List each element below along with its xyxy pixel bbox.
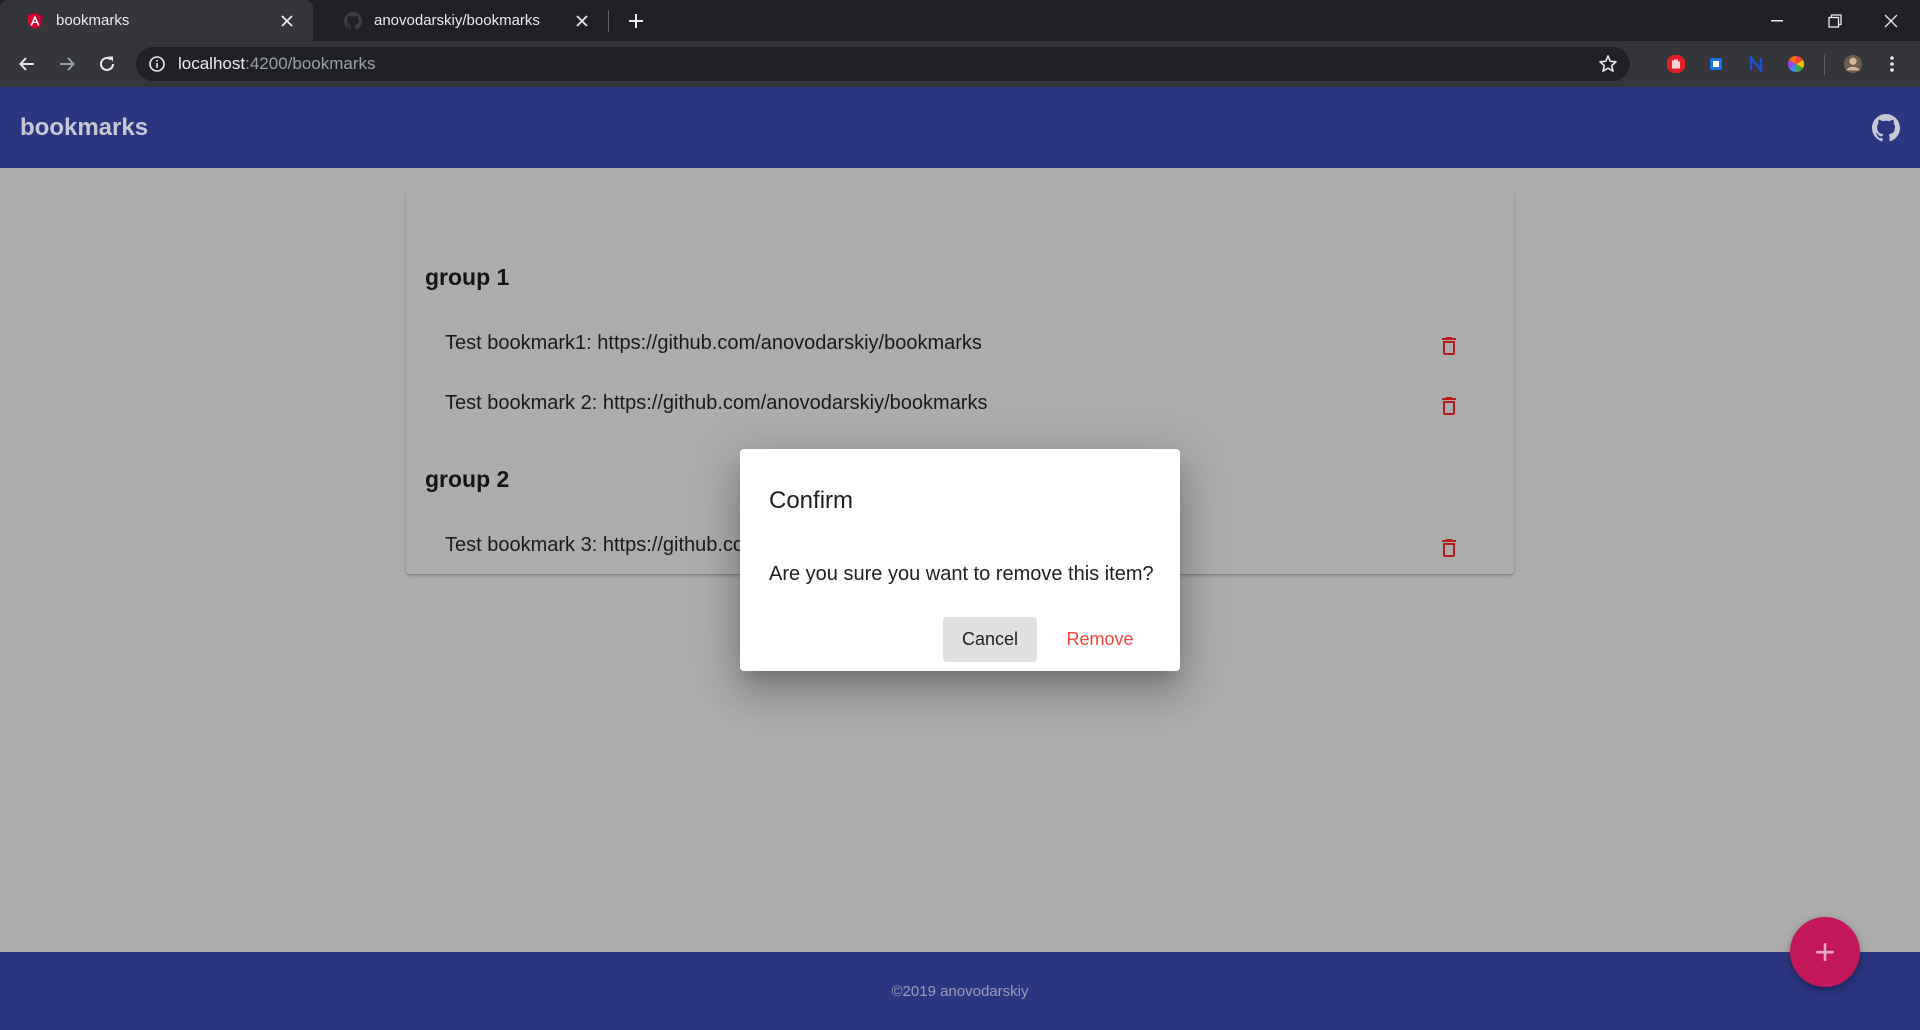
extension-n-icon[interactable] [1746, 54, 1766, 74]
chrome-menu-icon[interactable] [1882, 54, 1902, 74]
tab-title: anovodarskiy/bookmarks [374, 12, 540, 29]
bookmark-star-icon[interactable] [1598, 54, 1618, 74]
bookmark-item[interactable]: Test bookmark 2: https://github.com/anov… [445, 392, 987, 415]
url-text: localhost:4200/bookmarks [178, 54, 376, 73]
add-bookmark-button[interactable]: + [1790, 917, 1860, 987]
dialog-title: Confirm [769, 487, 854, 514]
group-title: group 1 [425, 264, 510, 290]
new-tab-icon[interactable] [624, 9, 648, 33]
extension-blue-icon[interactable] [1706, 54, 1726, 74]
cancel-button[interactable]: Cancel [943, 617, 1037, 662]
delete-icon[interactable] [1437, 334, 1461, 358]
adblock-icon[interactable] [1666, 54, 1686, 74]
bookmark-item[interactable]: Test bookmark1: https://github.com/anovo… [445, 332, 982, 355]
close-window-icon[interactable] [1862, 0, 1920, 41]
back-icon[interactable] [13, 50, 41, 78]
footer-text: ©2019 anovodarskiy [891, 982, 1029, 1000]
toolbar-divider [1824, 55, 1825, 75]
delete-icon[interactable] [1437, 536, 1461, 560]
dialog-message: Are you sure you want to remove this ite… [769, 563, 1154, 585]
browser-tab-bookmarks[interactable]: bookmarks [0, 0, 313, 41]
browser-tab-github[interactable]: anovodarskiy/bookmarks [318, 0, 608, 41]
confirm-dialog: Confirm Are you sure you want to remove … [740, 449, 1180, 671]
app-footer: ©2019 anovodarskiy [0, 952, 1920, 1030]
delete-icon[interactable] [1437, 394, 1461, 418]
app-toolbar: bookmarks [0, 87, 1920, 168]
minimize-icon[interactable] [1748, 0, 1806, 41]
restore-icon[interactable] [1806, 0, 1864, 41]
forward-icon[interactable] [53, 50, 81, 78]
address-bar[interactable]: localhost:4200/bookmarks [136, 47, 1630, 81]
profile-avatar[interactable] [1843, 54, 1863, 74]
color-wheel-icon[interactable] [1786, 54, 1806, 74]
browser-toolbar: localhost:4200/bookmarks [0, 41, 1920, 87]
close-tab-icon[interactable] [572, 11, 592, 31]
close-tab-icon[interactable] [277, 11, 297, 31]
github-icon [344, 11, 362, 30]
browser-tabstrip: bookmarks anovodarskiy/bookmarks [0, 0, 1920, 41]
plus-icon: + [1814, 931, 1836, 972]
app-title: bookmarks [20, 113, 149, 141]
remove-button[interactable]: Remove [1053, 617, 1147, 662]
reload-icon[interactable] [93, 50, 121, 78]
tab-divider [608, 10, 609, 32]
angular-icon [26, 12, 44, 30]
github-icon[interactable] [1872, 114, 1900, 142]
group-title: group 2 [425, 466, 510, 492]
tab-title: bookmarks [56, 12, 130, 29]
info-icon[interactable] [148, 55, 166, 73]
